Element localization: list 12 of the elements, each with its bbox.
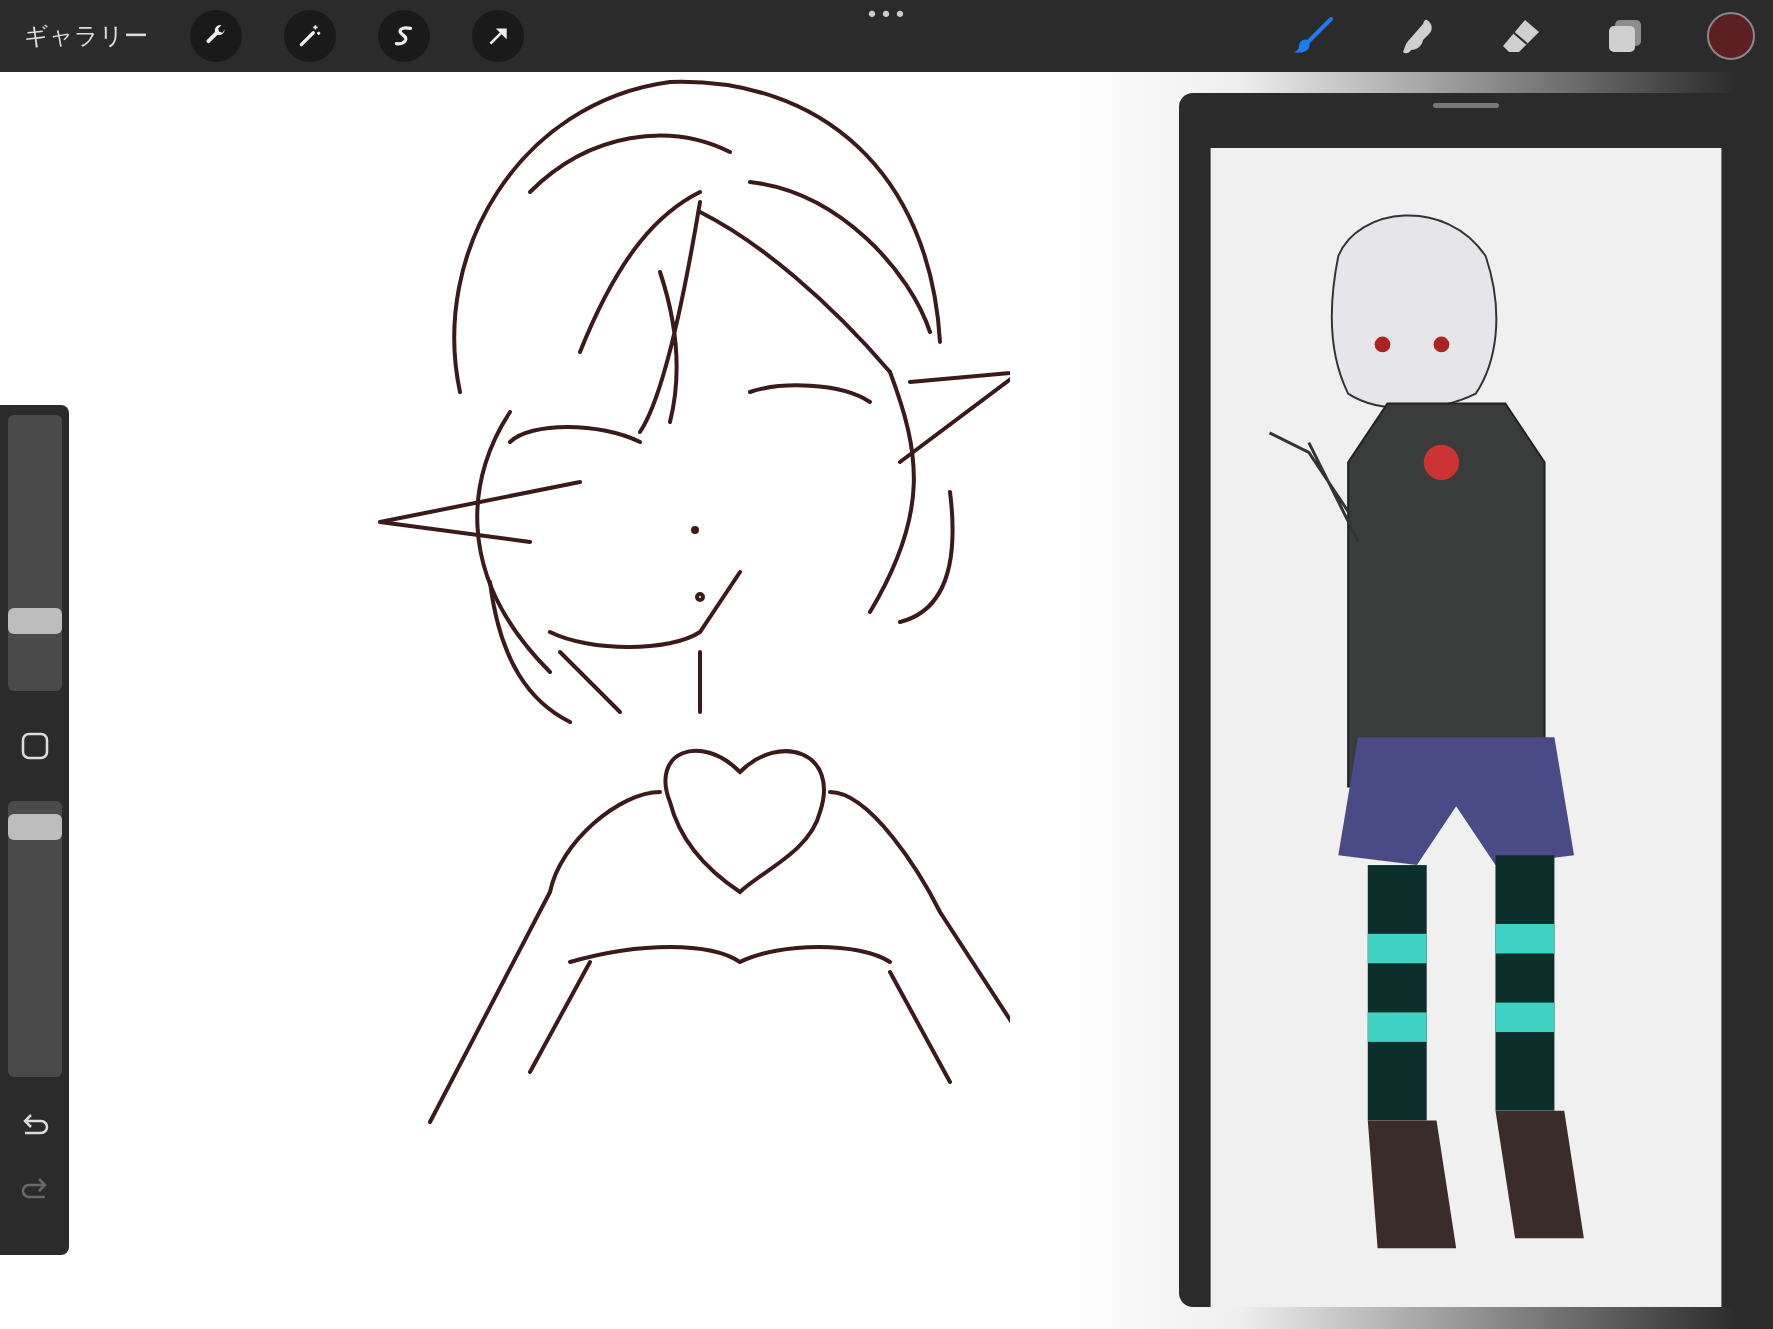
brush-size-slider[interactable] [7, 415, 62, 691]
square-icon[interactable] [19, 731, 50, 761]
selection-icon[interactable] [378, 10, 430, 62]
wrench-icon[interactable] [190, 10, 242, 62]
slider-handle[interactable] [7, 813, 62, 840]
gallery-button[interactable]: ギャラリー [24, 20, 148, 52]
more-icon[interactable]: ••• [865, 2, 908, 27]
color-swatch[interactable] [1707, 12, 1755, 60]
opacity-slider[interactable] [7, 801, 62, 1077]
slider-handle[interactable] [7, 607, 62, 634]
drag-handle[interactable] [1432, 103, 1499, 108]
magic-wand-icon[interactable] [284, 10, 336, 62]
